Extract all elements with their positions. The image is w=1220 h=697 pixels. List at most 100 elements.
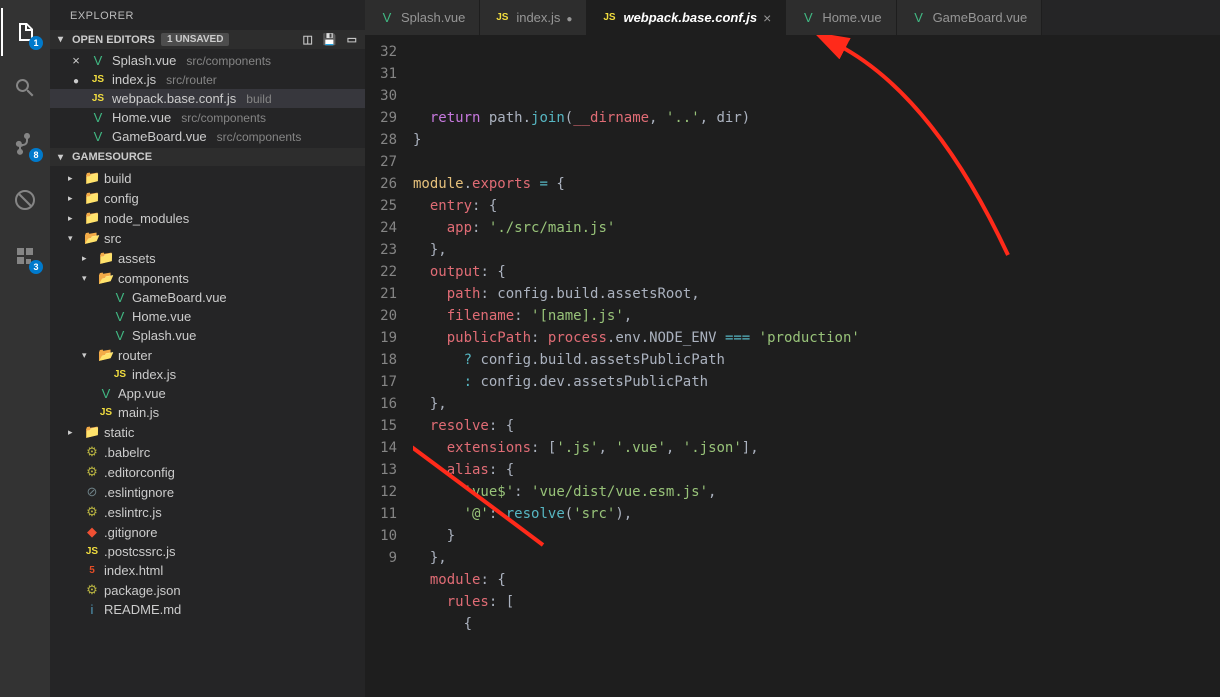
line-number: 19: [365, 327, 397, 349]
close-icon[interactable]: ×: [763, 10, 771, 26]
code-content[interactable]: return path.join(__dirname, '..', dir)} m…: [413, 35, 1220, 697]
tree-item[interactable]: VSplash.vue: [50, 326, 365, 345]
open-editor-item[interactable]: ×VSplash.vuesrc/components: [50, 51, 365, 70]
tree-item[interactable]: ▸📁node_modules: [50, 208, 365, 228]
code-line[interactable]: }: [413, 525, 1220, 547]
code-line[interactable]: filename: '[name].js',: [413, 305, 1220, 327]
tree-item[interactable]: ⊘.eslintignore: [50, 482, 365, 502]
vue-icon: V: [90, 110, 106, 125]
open-editor-item[interactable]: JSindex.jssrc/router: [50, 70, 365, 89]
editor-tab[interactable]: VHome.vue: [786, 0, 896, 35]
vue-icon: V: [112, 309, 128, 324]
save-all-icon[interactable]: 💾: [323, 33, 337, 46]
tree-item-name: .eslintignore: [104, 485, 174, 500]
tree-item[interactable]: iREADME.md: [50, 600, 365, 619]
line-number: 10: [365, 525, 397, 547]
tree-item[interactable]: ▸📁config: [50, 188, 365, 208]
editor-area[interactable]: 3231302928272625242322212019181716151413…: [365, 35, 1220, 697]
tree-item[interactable]: ⚙.babelrc: [50, 442, 365, 462]
tree-item-name: .eslintrc.js: [104, 505, 162, 520]
config-icon: ⚙: [84, 582, 100, 598]
tree-item[interactable]: ⚙.editorconfig: [50, 462, 365, 482]
chevron-icon: ▸: [68, 427, 80, 438]
folder-icon: 📂: [98, 347, 114, 363]
config-icon: ⚙: [84, 504, 100, 520]
tree-item[interactable]: JSmain.js: [50, 403, 365, 422]
vue-icon: V: [800, 10, 816, 25]
code-line[interactable]: rules: [: [413, 591, 1220, 613]
project-header[interactable]: ▾ GameSource: [50, 148, 365, 166]
tree-item[interactable]: ▸📁build: [50, 168, 365, 188]
code-line[interactable]: entry: {: [413, 195, 1220, 217]
tree-item[interactable]: VGameBoard.vue: [50, 288, 365, 307]
close-all-icon[interactable]: ▭: [347, 33, 357, 46]
folder-icon: 📁: [98, 250, 114, 266]
code-line[interactable]: 'vue$': 'vue/dist/vue.esm.js',: [413, 481, 1220, 503]
code-line[interactable]: module: {: [413, 569, 1220, 591]
tree-item[interactable]: ◆.gitignore: [50, 522, 365, 542]
open-editors-header[interactable]: ▾ Open Editors 1 UNSAVED ◫ 💾 ▭: [50, 30, 365, 49]
code-line[interactable]: : config.dev.assetsPublicPath: [413, 371, 1220, 393]
line-number: 15: [365, 415, 397, 437]
code-line[interactable]: path: config.build.assetsRoot,: [413, 283, 1220, 305]
editor-path: src/components: [181, 111, 266, 125]
line-number: 23: [365, 239, 397, 261]
js-icon: JS: [112, 369, 128, 380]
tree-item[interactable]: ▸📁static: [50, 422, 365, 442]
tab-name: GameBoard.vue: [933, 10, 1028, 25]
tree-item[interactable]: VHome.vue: [50, 307, 365, 326]
explorer-badge: 1: [29, 36, 43, 50]
line-number: 24: [365, 217, 397, 239]
open-editor-item[interactable]: VHome.vuesrc/components: [50, 108, 365, 127]
editor-tab[interactable]: JSwebpack.base.conf.js×: [587, 0, 786, 35]
explorer-icon[interactable]: 1: [1, 8, 49, 56]
code-line[interactable]: {: [413, 613, 1220, 635]
code-line[interactable]: app: './src/main.js': [413, 217, 1220, 239]
code-line[interactable]: },: [413, 547, 1220, 569]
line-number: 29: [365, 107, 397, 129]
tree-item-name: src: [104, 231, 121, 246]
editor-tab[interactable]: VGameBoard.vue: [897, 0, 1043, 35]
code-line[interactable]: },: [413, 393, 1220, 415]
code-line[interactable]: [413, 151, 1220, 173]
editor-path: src/components: [186, 54, 271, 68]
code-line[interactable]: },: [413, 239, 1220, 261]
close-icon[interactable]: ×: [68, 53, 84, 68]
code-line[interactable]: module.exports = {: [413, 173, 1220, 195]
code-line[interactable]: resolve: {: [413, 415, 1220, 437]
open-editor-item[interactable]: JSwebpack.base.conf.jsbuild: [50, 89, 365, 108]
config-icon: ⚙: [84, 464, 100, 480]
open-editor-item[interactable]: VGameBoard.vuesrc/components: [50, 127, 365, 146]
tree-item[interactable]: ⚙package.json: [50, 580, 365, 600]
search-icon[interactable]: [1, 64, 49, 112]
tree-item[interactable]: ▾📂router: [50, 345, 365, 365]
tree-item[interactable]: ▾📂components: [50, 268, 365, 288]
extensions-icon[interactable]: 3: [1, 232, 49, 280]
editor-name: index.js: [112, 72, 156, 87]
tree-item[interactable]: ⚙ .eslintrc.js: [50, 502, 365, 522]
code-line[interactable]: ? config.build.assetsPublicPath: [413, 349, 1220, 371]
editor-tab[interactable]: JSindex.js: [480, 0, 587, 35]
code-line[interactable]: return path.join(__dirname, '..', dir): [413, 107, 1220, 129]
folder-icon: 📁: [84, 424, 100, 440]
code-line[interactable]: extensions: ['.js', '.vue', '.json'],: [413, 437, 1220, 459]
debug-icon[interactable]: [1, 176, 49, 224]
new-file-icon[interactable]: ◫: [302, 33, 312, 46]
line-number: 16: [365, 393, 397, 415]
tree-item-name: router: [118, 348, 152, 363]
vue-icon: V: [379, 10, 395, 25]
line-number: 28: [365, 129, 397, 151]
editor-tab[interactable]: VSplash.vue: [365, 0, 480, 35]
code-line[interactable]: alias: {: [413, 459, 1220, 481]
code-line[interactable]: output: {: [413, 261, 1220, 283]
tree-item[interactable]: ▸📁assets: [50, 248, 365, 268]
tree-item[interactable]: 5index.html: [50, 561, 365, 580]
tree-item[interactable]: JSindex.js: [50, 365, 365, 384]
code-line[interactable]: publicPath: process.env.NODE_ENV === 'pr…: [413, 327, 1220, 349]
tree-item[interactable]: JS.postcssrc.js: [50, 542, 365, 561]
code-line[interactable]: }: [413, 129, 1220, 151]
code-line[interactable]: '@': resolve('src'),: [413, 503, 1220, 525]
tree-item[interactable]: ▾📂src: [50, 228, 365, 248]
scm-icon[interactable]: 8: [1, 120, 49, 168]
tree-item[interactable]: VApp.vue: [50, 384, 365, 403]
